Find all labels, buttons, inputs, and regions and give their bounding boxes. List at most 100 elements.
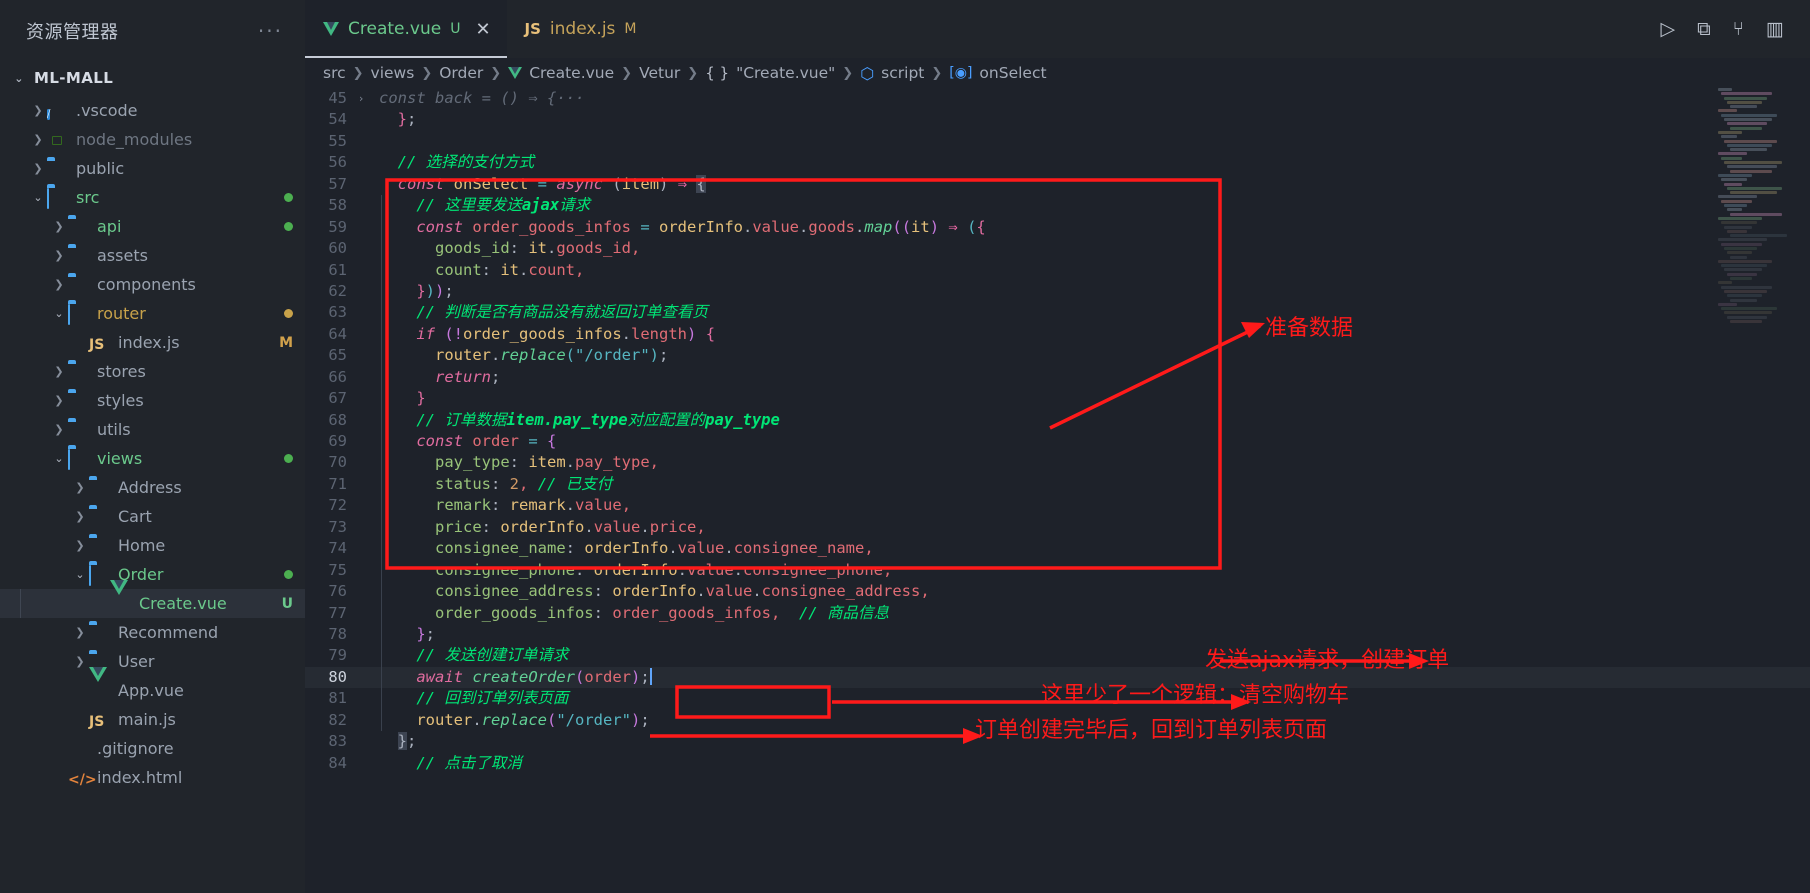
code-line[interactable]: 71 status: 2, // 已支付 — [305, 473, 1810, 496]
tree-item-index-html[interactable]: </> index.html — [0, 763, 305, 792]
code-token: : — [481, 517, 501, 536]
editor-tab-index-js[interactable]: JS index.js M — [506, 0, 653, 58]
code-line[interactable]: 55 — [305, 131, 1810, 152]
code-line[interactable]: 81 // 回到订单列表页面 — [305, 688, 1810, 710]
tree-item-index-js[interactable]: JS index.js M — [0, 328, 305, 357]
tree-item-address[interactable]: ❯ Address — [0, 473, 305, 502]
code-line[interactable]: 56 // 选择的支付方式 — [305, 152, 1810, 173]
editor-scrollbar[interactable] — [1796, 88, 1810, 893]
tree-item-components[interactable]: ❯ components — [0, 270, 305, 299]
line-number: 72 — [328, 496, 347, 515]
tree-item-router[interactable]: ⌄ router — [0, 299, 305, 328]
breadcrumb[interactable]: src ❯ views ❯ Order ❯ Create.vue ❯ Vetur ❯ { } "Cre… — [305, 58, 1810, 88]
run-icon[interactable]: ▷ — [1660, 18, 1675, 40]
tree-item-user[interactable]: ❯ User — [0, 647, 305, 676]
code-line[interactable]: 58 // 这里要发送ajax请求 — [305, 195, 1810, 217]
code-line[interactable]: 61 count: it.count, — [305, 259, 1810, 281]
code-line[interactable]: 78 }; — [305, 623, 1810, 646]
code-line[interactable]: 84 // 点击了取消 — [305, 753, 1810, 774]
code-line[interactable]: 76 consignee_address: orderInfo.value.co… — [305, 581, 1810, 603]
editor-tabbar[interactable]: Create.vue U ✕ JS index.js M ▷ ⧉ ⑂ ▥ — [305, 0, 1810, 58]
code-line[interactable]: 83 }; — [305, 731, 1810, 752]
code-line[interactable]: 77 order_goods_infos: order_goods_infos,… — [305, 602, 1810, 624]
chevron-right-icon: ❯ — [75, 510, 85, 523]
editor-tab-label: index.js — [549, 19, 616, 39]
tree-item-api[interactable]: ❯ api — [0, 212, 305, 241]
code-token: ) — [631, 667, 641, 686]
code-line[interactable]: 59 const order_goods_infos = orderInfo.v… — [305, 216, 1810, 239]
breadcrumb-item[interactable]: "Create.vue" — [736, 64, 835, 82]
code-line[interactable]: 67 } — [305, 388, 1810, 410]
breadcrumb-item[interactable]: Order — [439, 64, 483, 82]
code-line[interactable]: 45 › const back = () ⇒ {··· — [305, 88, 1810, 109]
code-token: ( — [575, 667, 585, 686]
tree-item-styles[interactable]: ❯ styles — [0, 386, 305, 415]
fold-icon[interactable]: › — [353, 88, 369, 109]
tree-item-home[interactable]: ❯ Home — [0, 531, 305, 560]
code-line[interactable]: 70 pay_type: item.pay_type, — [305, 452, 1810, 474]
code-line[interactable]: 60 goods_id: it.goods_id, — [305, 238, 1810, 260]
code-token: . — [519, 260, 529, 279]
code-text: const order = { — [369, 431, 556, 452]
line-number: 68 — [328, 410, 347, 429]
code-line[interactable]: 74 consignee_name: orderInfo.value.consi… — [305, 538, 1810, 560]
editor-tab-create-vue[interactable]: Create.vue U ✕ — [305, 0, 507, 58]
indent-guide — [381, 323, 382, 346]
code-token: // 选择的支付方式 — [397, 153, 535, 172]
chevron-right-icon: ❯ — [33, 133, 43, 146]
tree-item-app-vue[interactable]: App.vue — [0, 666, 305, 705]
tree-item-stores[interactable]: ❯ stores — [0, 357, 305, 386]
tree-item-utils[interactable]: ❯ utils — [0, 415, 305, 444]
tree-item-assets[interactable]: ❯ assets — [0, 241, 305, 270]
breadcrumb-item[interactable]: onSelect — [979, 64, 1046, 82]
tree-item-node-modules[interactable]: ❯ node_modules — [0, 125, 305, 154]
tree-item-src[interactable]: ⌄ src — [0, 183, 305, 212]
code-line[interactable]: 57 const onSelect = async (item) ⇒ { — [305, 174, 1810, 195]
tree-item-main-js[interactable]: JS main.js — [0, 705, 305, 734]
code-line[interactable]: 68 // 订单数据item.pay_type对应配置的pay_type — [305, 409, 1810, 431]
project-root-row[interactable]: ⌄ ML-MALL — [0, 62, 305, 94]
code-line[interactable]: 54 }; — [305, 109, 1810, 130]
toggle-panel-icon[interactable]: ▥ — [1766, 18, 1784, 40]
tree-item--vscode[interactable]: ❯ ⧸ .vscode — [0, 96, 305, 125]
explorer-more-icon[interactable]: ··· — [258, 21, 283, 41]
tree-item-create-vue[interactable]: Create.vue U — [0, 579, 305, 618]
tree-item--gitignore[interactable]: .gitignore — [0, 734, 305, 763]
minimap[interactable] — [1718, 88, 1787, 333]
code-editor[interactable]: 45 › const back = () ⇒ {··· 54 }; 55 56 // 选择… — [305, 88, 1810, 893]
breadcrumb-item[interactable]: Create.vue — [529, 64, 614, 82]
code-line[interactable]: 69 const order = { — [305, 431, 1810, 453]
tree-item-public[interactable]: ❯ public — [0, 154, 305, 183]
breadcrumb-item[interactable]: script — [881, 64, 924, 82]
breadcrumb-item[interactable]: src — [323, 64, 346, 82]
tree-item-recommend[interactable]: ❯ Recommend — [0, 618, 305, 647]
code-line[interactable]: 82 router.replace("/order"); — [305, 709, 1810, 732]
indent-guide — [381, 559, 382, 582]
tree-item-views[interactable]: ⌄ views — [0, 444, 305, 473]
editor-actions[interactable]: ▷ ⧉ ⑂ ▥ — [1660, 0, 1810, 58]
code-token: ; — [407, 732, 417, 751]
source-control-icon[interactable]: ⑂ — [1733, 18, 1744, 40]
code-line[interactable]: 73 price: orderInfo.value.price, — [305, 516, 1810, 539]
code-line[interactable]: 66 return; — [305, 366, 1810, 389]
breadcrumb-item[interactable]: views — [371, 64, 415, 82]
file-tree[interactable]: ❯ ⧸ .vscode ❯ node_modules ❯ public ⌄ src ❯ api ❯ as… — [0, 94, 305, 893]
code-line[interactable]: 75 consignee_phone: orderInfo.value.cons… — [305, 559, 1810, 582]
breadcrumb-item[interactable]: Vetur — [639, 64, 680, 82]
split-editor-icon[interactable]: ⧉ — [1697, 18, 1711, 40]
code-line[interactable]: 62 })); — [305, 280, 1810, 303]
code-line[interactable]: 65 router.replace("/order"); — [305, 345, 1810, 367]
code-line[interactable]: 64 if (!order_goods_infos.length) { — [305, 323, 1810, 346]
tree-item-cart[interactable]: ❯ Cart — [0, 502, 305, 531]
code-line[interactable]: 72 remark: remark.value, — [305, 495, 1810, 517]
code-line[interactable]: 63 // 判断是否有商品没有就返回订单查看页 — [305, 302, 1810, 324]
code-line[interactable]: 79 // 发送创建订单请求 — [305, 645, 1810, 667]
code-line[interactable]: 80 await createOrder(order); — [305, 666, 1810, 689]
tree-item-order[interactable]: ⌄ Order — [0, 560, 305, 589]
code-token: { — [976, 217, 986, 236]
close-icon[interactable]: ✕ — [475, 19, 490, 40]
js-icon: JS — [89, 713, 105, 730]
code-lines[interactable]: 45 › const back = () ⇒ {··· 54 }; 55 56 // 选择… — [305, 88, 1810, 893]
